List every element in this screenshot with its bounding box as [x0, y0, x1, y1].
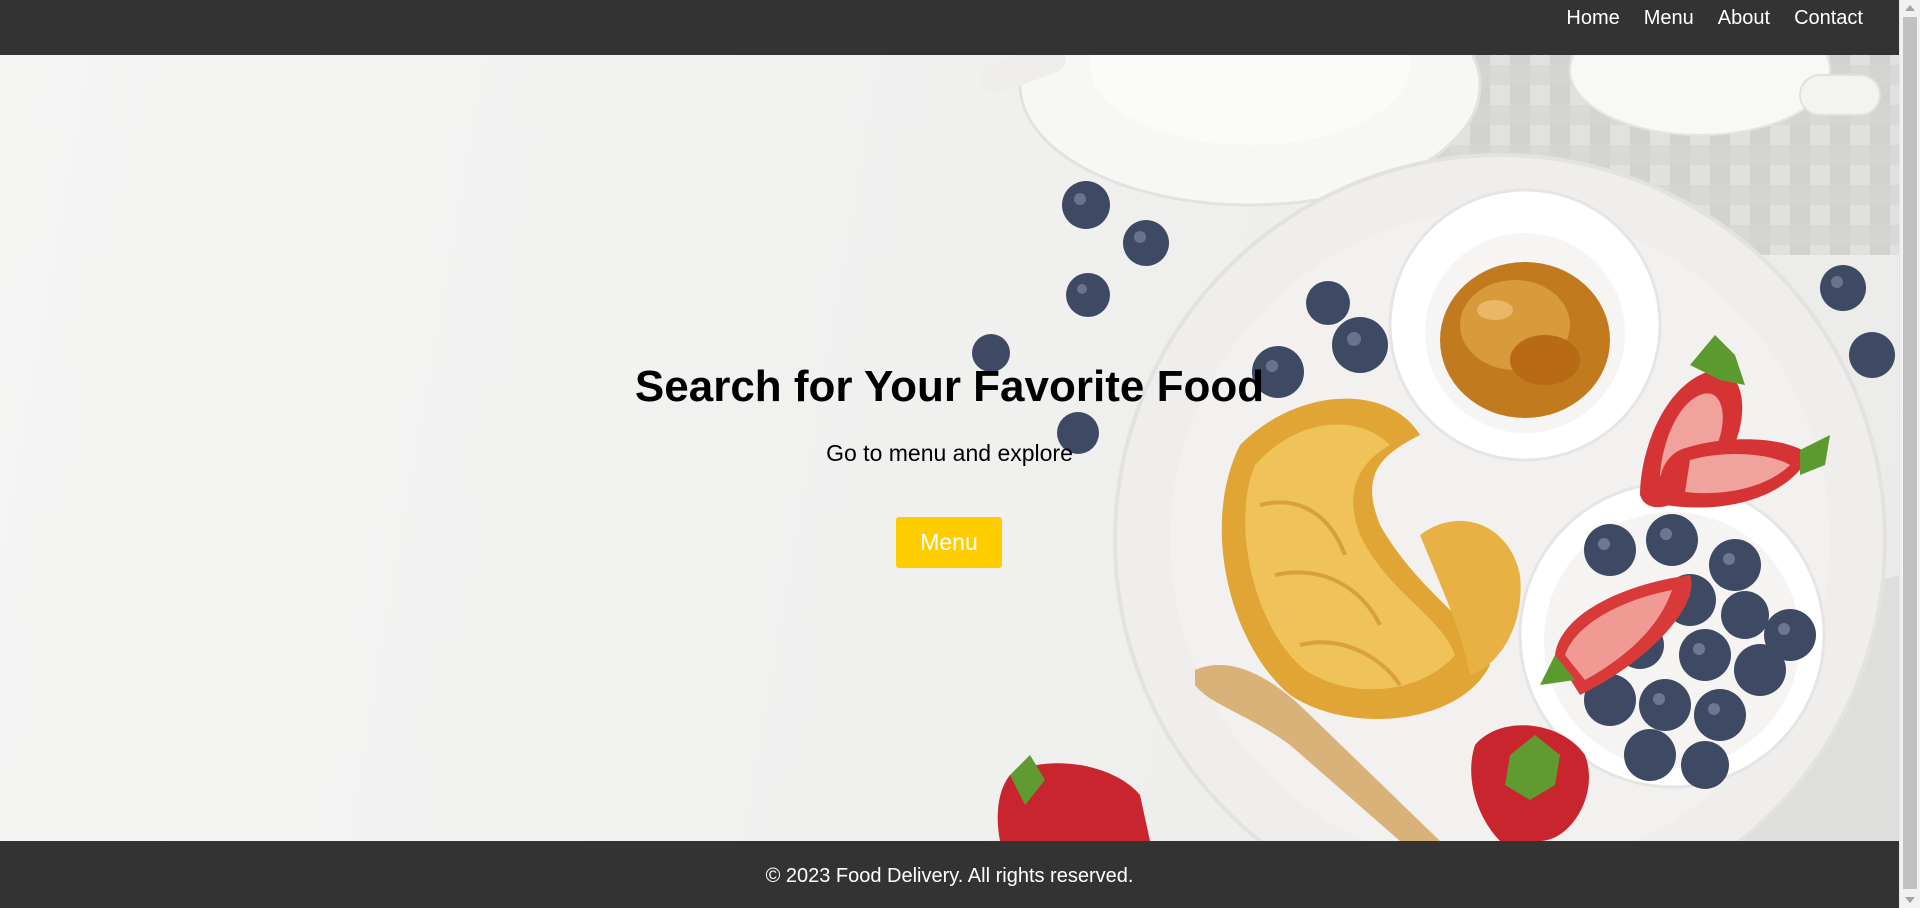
hero-content: Search for Your Favorite Food Go to menu… — [0, 55, 1899, 841]
scroll-up-icon[interactable] — [1905, 5, 1915, 11]
scroll-down-icon[interactable] — [1905, 897, 1915, 903]
top-navbar: Home Menu About Contact — [0, 0, 1899, 55]
hero-subtitle: Go to menu and explore — [826, 440, 1073, 466]
copyright-text: © 2023 Food Delivery. All rights reserve… — [765, 865, 1134, 887]
nav-link-contact[interactable]: Contact — [1782, 0, 1875, 36]
hero-title: Search for Your Favorite Food — [634, 362, 1265, 411]
page: Home Menu About Contact Search for Your … — [0, 0, 1920, 908]
nav-link-menu[interactable]: Menu — [1632, 0, 1706, 36]
scrollbar-thumb[interactable] — [1903, 17, 1917, 889]
nav-link-about[interactable]: About — [1706, 0, 1782, 36]
footer: © 2023 Food Delivery. All rights reserve… — [0, 841, 1899, 908]
main-nav: Home Menu About Contact — [1554, 0, 1875, 36]
nav-link-home[interactable]: Home — [1554, 0, 1631, 36]
menu-button[interactable]: Menu — [896, 517, 1002, 568]
vertical-scrollbar[interactable] — [1899, 0, 1920, 908]
hero-section: Search for Your Favorite Food Go to menu… — [0, 55, 1899, 841]
